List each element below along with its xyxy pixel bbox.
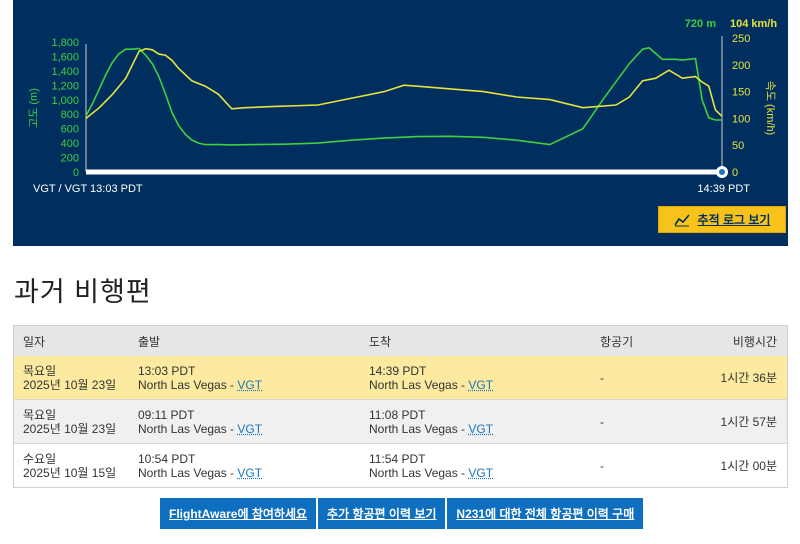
action-button-row: FlightAware에 참여하세요 추가 항공편 이력 보기 N231에 대한…	[160, 498, 644, 529]
altitude-readout: 720 m	[685, 18, 716, 30]
arrival-time: 11:08 PDT	[369, 407, 426, 422]
speed-readout: 104 km/h	[730, 18, 777, 30]
altitude-tick-label: 0	[73, 167, 79, 179]
altitude-tick-label: 1,000	[51, 95, 79, 107]
speed-tick-label: 50	[732, 140, 744, 152]
duration-cell: 1시간 00분	[710, 443, 788, 488]
arrival-city: North Las Vegas -	[369, 465, 469, 480]
flight-track-chart: 0 200 400 600 800 1,000 1,200 1,400 1,600 1,800 0…	[13, 0, 788, 246]
past-flights-heading: 과거 비행편	[14, 277, 152, 307]
view-track-log-button[interactable]: 추적 로그 보기	[658, 206, 786, 233]
departure-airport-link[interactable]: VGT	[237, 378, 262, 392]
buy-full-history-button[interactable]: N231에 대한 전체 항공편 이력 구매	[447, 498, 644, 529]
altitude-tick-label: 1,600	[51, 51, 79, 63]
more-flight-history-button[interactable]: 추가 항공편 이력 보기	[318, 498, 446, 529]
speed-tick-label: 200	[732, 60, 750, 72]
speed-axis-label: 속도 (km/h)	[764, 81, 777, 135]
header-departure[interactable]: 출발	[129, 325, 360, 356]
speed-tick-label: 250	[732, 33, 750, 45]
duration-cell: 1시간 57분	[710, 399, 788, 444]
join-flightaware-button[interactable]: FlightAware에 참여하세요	[160, 498, 317, 529]
header-arrival[interactable]: 도착	[360, 325, 591, 356]
departure-time: 10:54 PDT	[138, 451, 196, 466]
arrival-airport-link[interactable]: VGT	[468, 466, 493, 480]
altitude-tick-label: 1,200	[51, 80, 79, 92]
departure-cell: 13:03 PDT North Las Vegas - VGT	[129, 356, 360, 400]
departure-city: North Las Vegas -	[138, 465, 238, 480]
altitude-tick-label: 1,400	[51, 66, 79, 78]
header-date[interactable]: 일자	[13, 325, 129, 356]
altitude-axis-label: 고도 (m)	[28, 88, 40, 128]
flight-date: 2025년 10월 23일	[23, 421, 117, 436]
view-track-log-label: 추적 로그 보기	[697, 213, 771, 227]
weekday: 목요일	[23, 407, 57, 422]
table-row[interactable]: 목요일 2025년 10월 23일 13:03 PDT North Las Vega…	[13, 356, 788, 400]
departure-airport-link[interactable]: VGT	[237, 466, 262, 480]
departure-cell: 10:54 PDT North Las Vegas - VGT	[129, 443, 360, 488]
flight-date: 2025년 10월 15일	[23, 465, 117, 480]
flight-date: 2025년 10월 23일	[23, 377, 117, 392]
weekday: 수요일	[23, 451, 57, 466]
altitude-series-line	[85, 46, 722, 146]
arrival-airport-link[interactable]: VGT	[468, 422, 493, 436]
altitude-tick-label: 200	[61, 153, 79, 165]
date-cell: 목요일 2025년 10월 23일	[13, 356, 129, 400]
aircraft-cell: -	[591, 399, 710, 444]
altitude-tick-label: 400	[61, 138, 79, 150]
arrival-city: North Las Vegas -	[369, 377, 469, 392]
arrival-time: 11:54 PDT	[369, 451, 426, 466]
date-cell: 수요일 2025년 10월 15일	[13, 443, 129, 488]
timeline-end-marker-dot	[719, 169, 725, 175]
speed-series-line	[85, 47, 723, 120]
arrival-airport-link[interactable]: VGT	[468, 378, 493, 392]
arrival-time: 14:39 PDT	[369, 363, 427, 378]
timeline-start-label: VGT / VGT 13:03 PDT	[33, 183, 143, 195]
weekday: 목요일	[23, 363, 57, 378]
speed-tick-label: 100	[732, 113, 750, 125]
altitude-tick-label: 1,800	[51, 37, 79, 49]
header-aircraft[interactable]: 항공기	[591, 325, 710, 356]
table-row[interactable]: 목요일 2025년 10월 23일 09:11 PDT North Las Vega…	[13, 399, 788, 444]
header-duration[interactable]: 비행시간	[710, 325, 788, 356]
arrival-city: North Las Vegas -	[369, 421, 469, 436]
table-row[interactable]: 수요일 2025년 10월 15일 10:54 PDT North Las Vega…	[13, 443, 788, 488]
duration-cell: 1시간 36분	[710, 356, 788, 400]
departure-city: North Las Vegas -	[138, 421, 238, 436]
arrival-cell: 11:54 PDT North Las Vegas - VGT	[360, 443, 591, 488]
arrival-cell: 14:39 PDT North Las Vegas - VGT	[360, 356, 591, 400]
date-cell: 목요일 2025년 10월 23일	[13, 399, 129, 444]
line-chart-icon	[673, 213, 690, 226]
timeline-end-label: 14:39 PDT	[697, 183, 750, 195]
departure-airport-link[interactable]: VGT	[237, 422, 262, 436]
altitude-tick-label: 600	[61, 124, 79, 136]
departure-city: North Las Vegas -	[138, 377, 238, 392]
departure-time: 13:03 PDT	[138, 363, 196, 378]
departure-time: 09:11 PDT	[138, 407, 195, 422]
aircraft-cell: -	[591, 443, 710, 488]
speed-tick-label: 0	[732, 167, 738, 179]
past-flights-table: 일자 출발 도착 항공기 비행시간 목요일 2025년 10월 23일 13:03…	[13, 325, 788, 488]
speed-tick-label: 150	[732, 87, 750, 99]
departure-cell: 09:11 PDT North Las Vegas - VGT	[129, 399, 360, 444]
arrival-cell: 11:08 PDT North Las Vegas - VGT	[360, 399, 591, 444]
aircraft-cell: -	[591, 356, 710, 400]
altitude-tick-label: 800	[61, 109, 79, 121]
table-header-row: 일자 출발 도착 항공기 비행시간	[13, 325, 788, 356]
